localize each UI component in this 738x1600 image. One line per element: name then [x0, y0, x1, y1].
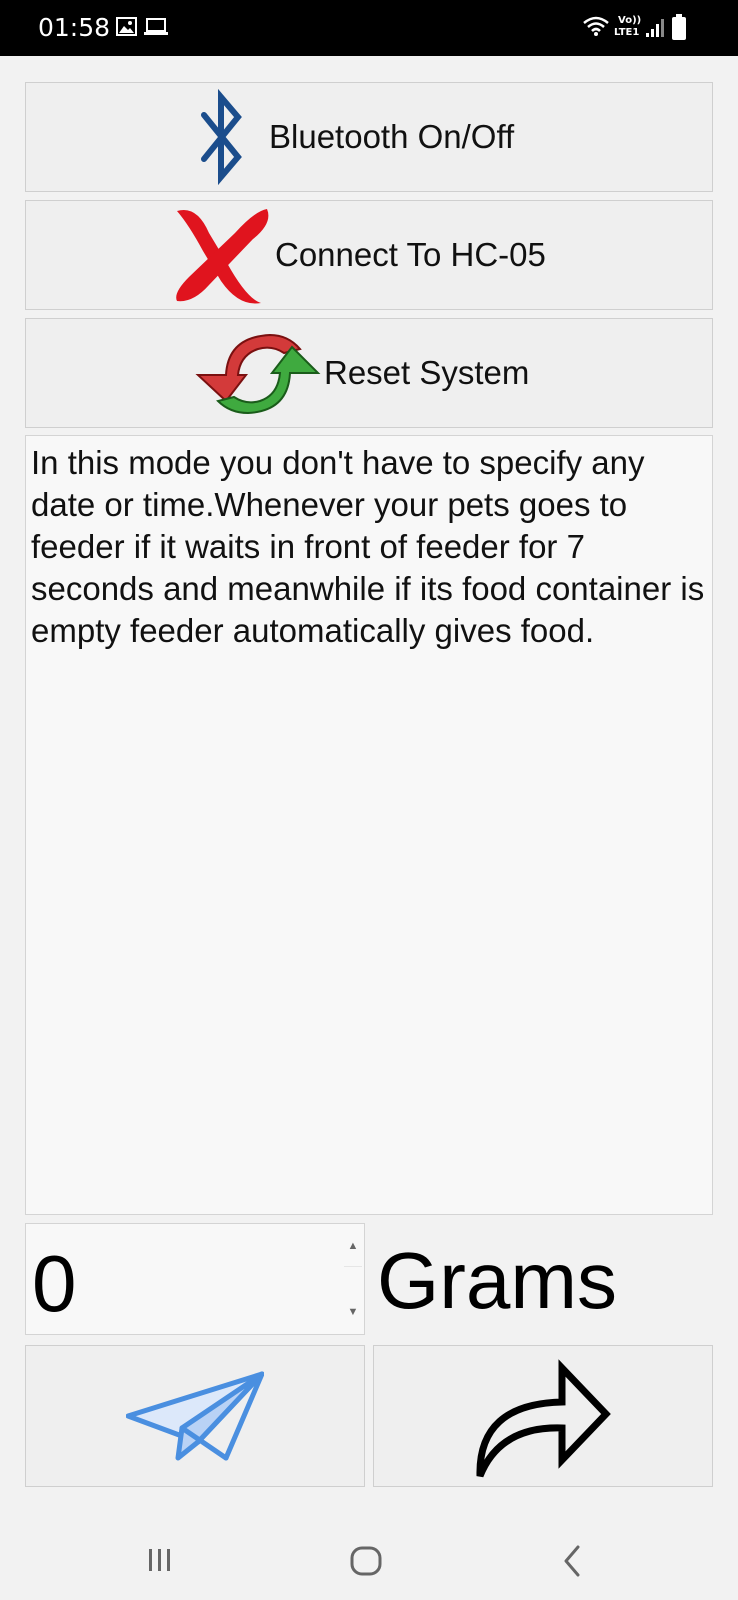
- back-icon[interactable]: [562, 1545, 582, 1577]
- status-time: 01:58: [38, 13, 111, 42]
- system-nav-bar: [0, 1520, 738, 1600]
- battery-icon: [672, 14, 686, 40]
- bluetooth-button-label: Bluetooth On/Off: [269, 118, 515, 155]
- bluetooth-toggle-button[interactable]: Bluetooth On/Off: [25, 82, 713, 192]
- share-arrow-icon: [476, 1359, 611, 1478]
- paper-plane-icon: [126, 1371, 264, 1461]
- grams-unit-label: Grams: [377, 1236, 617, 1325]
- laptop-icon: [144, 18, 168, 35]
- send-button[interactable]: [25, 1345, 365, 1487]
- spin-up-button[interactable]: ▲: [344, 1226, 362, 1267]
- status-bar: 01:58 Vo)) LTE1: [0, 0, 738, 56]
- image-icon: [116, 17, 137, 36]
- lte-label: LTE1: [614, 27, 640, 38]
- spin-down-button[interactable]: ▼: [344, 1292, 362, 1332]
- forward-button[interactable]: [373, 1345, 713, 1487]
- connect-hc05-button[interactable]: Connect To HC-05: [25, 200, 713, 310]
- volte-label: Vo)): [618, 15, 642, 26]
- grams-value[interactable]: 0: [32, 1244, 77, 1324]
- recent-apps-icon[interactable]: [147, 1547, 173, 1573]
- home-icon[interactable]: [350, 1546, 382, 1576]
- connect-button-label: Connect To HC-05: [275, 236, 546, 273]
- grams-input[interactable]: 0 ▲ ▼: [25, 1223, 365, 1335]
- reset-system-button[interactable]: Reset System: [25, 318, 713, 428]
- wifi-icon: [583, 16, 609, 36]
- refresh-arrows-icon: [195, 333, 321, 415]
- reset-button-label: Reset System: [324, 354, 530, 391]
- description-text: In this mode you don't have to specify a…: [31, 444, 705, 649]
- description-panel: In this mode you don't have to specify a…: [25, 435, 713, 1215]
- signal-icon: [646, 19, 664, 37]
- bluetooth-icon: [201, 88, 242, 186]
- red-x-icon: [176, 209, 269, 304]
